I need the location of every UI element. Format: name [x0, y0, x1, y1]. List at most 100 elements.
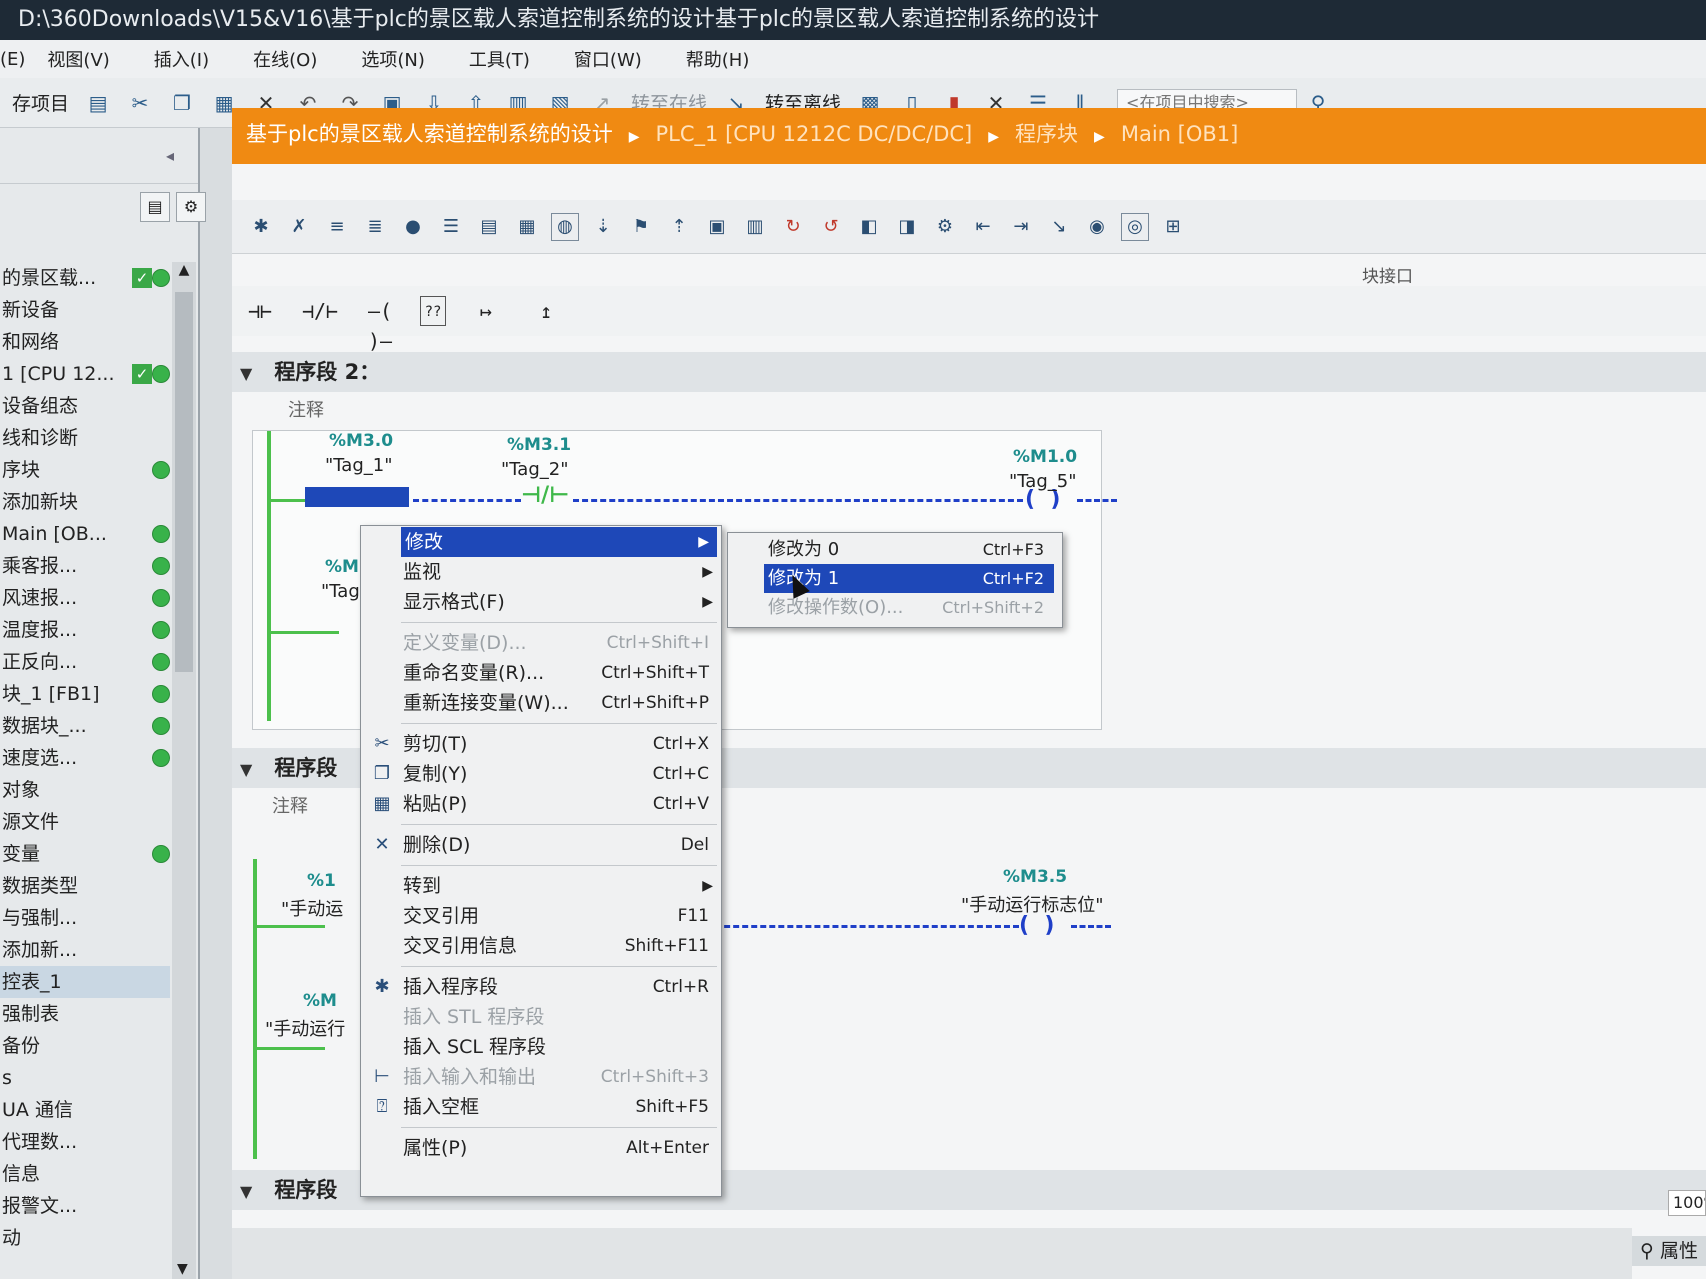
empty-box-icon[interactable]: ?? — [420, 296, 446, 326]
tree-item[interactable]: 代理数... — [0, 1126, 170, 1158]
monitor-on-off-icon[interactable]: ↻ — [779, 213, 807, 241]
copy-icon[interactable]: ❐ — [168, 90, 196, 116]
open-branch-icon[interactable]: ↦ — [466, 296, 506, 326]
block-interface-label[interactable]: 块接口 — [1362, 262, 1413, 287]
tree-item[interactable]: 数据块_... — [0, 710, 170, 742]
insert-network-icon[interactable]: ✱ — [247, 213, 275, 241]
tree-settings-icon[interactable]: ⚙ — [176, 192, 206, 222]
context-menu-item[interactable]: 重命名变量(R)... Ctrl+Shift+T — [361, 658, 721, 688]
list-icon[interactable]: ▣ — [703, 213, 731, 241]
context-menu-item[interactable]: 转到 ▶ — [361, 871, 721, 901]
menu-options[interactable]: 选项(N) — [361, 46, 425, 72]
contact-operand[interactable]: %M — [325, 557, 359, 577]
menu-help[interactable]: 帮助(H) — [686, 46, 750, 72]
contact-operand[interactable]: %M3.1 — [507, 435, 571, 455]
tree-item[interactable]: 块_1 [FB1] — [0, 678, 170, 710]
context-menu-item[interactable]: 属性(P) Alt+Enter — [361, 1133, 721, 1163]
context-menu-item[interactable]: 交叉引用 F11 — [361, 901, 721, 931]
breadcrumb-project[interactable]: 基于plc的景区载人索道控制系统的设计 — [246, 122, 613, 146]
context-menu-item[interactable]: ✱ 插入程序段 Ctrl+R — [361, 972, 721, 1002]
go-to-icon[interactable]: ⇣ — [589, 213, 617, 241]
tree-item[interactable]: 与强制... — [0, 902, 170, 934]
tree-item[interactable]: 设备组态 — [0, 390, 170, 422]
tree-item[interactable]: 报警文... — [0, 1190, 170, 1222]
snapshot-icon[interactable]: ◧ — [855, 213, 883, 241]
tree-item[interactable]: 速度选... — [0, 742, 170, 774]
tree-item[interactable]: 新设备 — [0, 294, 170, 326]
nc-contact-icon[interactable]: ⊣/⊢ — [300, 296, 340, 326]
context-menu-item[interactable]: ▦ 粘贴(P) Ctrl+V — [361, 789, 721, 819]
menu-online[interactable]: 在线(O) — [253, 46, 317, 72]
context-menu-item[interactable]: ⍰ 插入空框 Shift+F5 — [361, 1092, 721, 1122]
absolute-operands-icon[interactable]: ☰ — [437, 213, 465, 241]
context-menu-item[interactable]: 交叉引用信息 Shift+F11 — [361, 931, 721, 961]
tree-item[interactable]: 信息 — [0, 1158, 170, 1190]
wire-icon[interactable]: ↘ — [1045, 213, 1073, 241]
tree-item[interactable]: 添加新... — [0, 934, 170, 966]
contact-tag[interactable]: "手动运 — [281, 895, 343, 921]
compare-icon[interactable]: ▥ — [741, 213, 769, 241]
collapse-triangle-icon[interactable]: ▼ — [240, 354, 252, 394]
breadcrumb-plc[interactable]: PLC_1 [CPU 1212C DC/DC/DC] — [656, 122, 973, 146]
tree-item[interactable]: 风速报... — [0, 582, 170, 614]
bookmark-icon[interactable]: ⚑ — [627, 213, 655, 241]
menu-window[interactable]: 窗口(W) — [574, 46, 642, 72]
coil-operand[interactable]: %M3.5 — [1003, 867, 1067, 887]
tree-item[interactable]: 1 [CPU 12... ✓ — [0, 358, 170, 390]
coil-tag[interactable]: "手动运行标志位" — [961, 891, 1104, 917]
contact-tag[interactable]: "Tag — [321, 581, 360, 602]
close-all-networks-icon[interactable]: ≣ — [361, 213, 389, 241]
glasses-icon[interactable]: ◎ — [1121, 212, 1149, 241]
coil-tag[interactable]: "Tag_5" — [1009, 471, 1076, 492]
nc-contact-symbol[interactable]: ⊣/⊢ — [521, 483, 569, 508]
tree-item[interactable]: Main [OB... — [0, 518, 170, 550]
context-menu-item[interactable]: 插入 STL 程序段 — [361, 1002, 721, 1032]
monitor-reset-icon[interactable]: ↺ — [817, 213, 845, 241]
close-branch-icon[interactable]: ↥ — [526, 296, 566, 326]
contact-tag[interactable]: "手动运行 — [265, 1015, 345, 1041]
tree-item[interactable]: 的景区载... ✓ — [0, 262, 170, 294]
setpoint-icon[interactable]: ⚙ — [931, 213, 959, 241]
scroll-up-icon[interactable]: ▲ — [172, 262, 196, 278]
context-menu-item[interactable]: ✕ 删除(D) Del — [361, 830, 721, 860]
tree-item[interactable]: 控表_1 — [0, 966, 170, 998]
zoom-level[interactable]: 100% — [1668, 1190, 1706, 1216]
tree-item[interactable]: 对象 — [0, 774, 170, 806]
scroll-thumb[interactable] — [175, 292, 193, 672]
selected-contact[interactable] — [305, 487, 409, 507]
tree-item[interactable]: 添加新块 — [0, 486, 170, 518]
scroll-down-icon[interactable]: ▼ — [177, 1261, 188, 1277]
tree-item[interactable]: 强制表 — [0, 998, 170, 1030]
contact-operand[interactable]: %M — [303, 991, 337, 1011]
trace-icon[interactable]: ⊞ — [1159, 213, 1187, 241]
breadcrumb-main[interactable]: Main [OB1] — [1121, 122, 1239, 146]
menu-insert[interactable]: 插入(I) — [154, 46, 209, 72]
call-hierarchy-icon[interactable]: ⇤ — [969, 213, 997, 241]
tree-scrollbar[interactable]: ▲ ▼ — [172, 262, 196, 1279]
coil-operand[interactable]: %M1.0 — [1013, 447, 1077, 467]
context-menu-item[interactable]: 定义变量(D)... Ctrl+Shift+I — [361, 628, 721, 658]
breadcrumb-program-blocks[interactable]: 程序块 — [1015, 122, 1078, 146]
contact-operand[interactable]: %M3.0 — [329, 431, 393, 451]
contact-tag[interactable]: "Tag_2" — [501, 459, 568, 480]
prev-bookmark-icon[interactable]: ⇡ — [665, 213, 693, 241]
context-menu-item[interactable]: 插入 SCL 程序段 — [361, 1032, 721, 1062]
tree-item[interactable]: 和网络 — [0, 326, 170, 358]
tree-item[interactable]: 变量 — [0, 838, 170, 870]
print-icon[interactable]: ▤ — [84, 90, 112, 116]
comments-icon[interactable]: ◍ — [551, 212, 579, 241]
menu-edit[interactable]: (E) — [0, 49, 25, 70]
overview-icon[interactable]: ▤ — [140, 192, 170, 222]
tree-item[interactable]: 温度报... — [0, 614, 170, 646]
contact-operand[interactable]: %1 — [307, 871, 336, 891]
tree-item[interactable]: 数据类型 — [0, 870, 170, 902]
tree-item[interactable]: 源文件 — [0, 806, 170, 838]
submenu-item[interactable]: 修改操作数(O)... Ctrl+Shift+2 — [728, 593, 1062, 622]
indent-icon[interactable]: ⇥ — [1007, 213, 1035, 241]
collapse-panel-icon[interactable]: ◂ — [166, 146, 174, 165]
context-menu-item[interactable]: 重新连接变量(W)... Ctrl+Shift+P — [361, 688, 721, 718]
tree-item[interactable]: UA 通信 — [0, 1094, 170, 1126]
collapse-triangle-icon[interactable]: ▼ — [240, 750, 252, 790]
menu-view[interactable]: 视图(V) — [47, 46, 109, 72]
tree-item[interactable]: 乘客报... — [0, 550, 170, 582]
